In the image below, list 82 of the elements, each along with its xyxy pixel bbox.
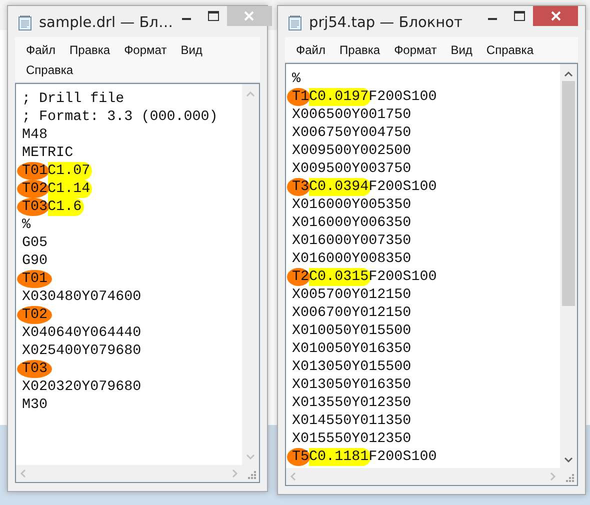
- minimize-icon: [488, 18, 497, 20]
- menu-item[interactable]: Формат: [387, 40, 444, 60]
- code-line: %: [22, 217, 31, 233]
- close-button[interactable]: [533, 6, 578, 26]
- highlighted-text: T5: [287, 448, 310, 466]
- window-title: prj54.tap — Блокнот: [309, 15, 464, 31]
- menu-item[interactable]: Вид: [444, 40, 480, 60]
- menu-item[interactable]: Справка: [479, 40, 540, 60]
- code-line: X040640Y064440: [22, 325, 142, 341]
- scroll-right-icon[interactable]: [550, 472, 556, 481]
- code-line: M30: [22, 397, 48, 413]
- highlighted-text: C1.07: [48, 162, 92, 180]
- highlighted-text: C1.6: [48, 198, 84, 216]
- highlighted-text: T02: [17, 306, 52, 324]
- code-line: METRIC: [22, 145, 74, 161]
- code-line: X016000Y008350: [292, 251, 412, 267]
- code-line: X005700Y012150: [292, 287, 412, 303]
- window-title: sample.drl — Бл…: [39, 15, 173, 31]
- code-line: G90: [22, 253, 48, 269]
- code-line: X006700Y012150: [292, 305, 412, 321]
- highlighted-text: C0.0197: [309, 88, 371, 106]
- menu-item[interactable]: Файл: [289, 40, 333, 60]
- highlighted-text: T01: [17, 162, 49, 180]
- menu-item[interactable]: Справка: [19, 60, 80, 80]
- horizontal-scrollbar[interactable]: [286, 468, 560, 485]
- menu-item[interactable]: Файл: [19, 40, 63, 60]
- code-line: ; Drill file: [22, 91, 124, 107]
- menu-item[interactable]: Правка: [332, 40, 388, 60]
- text-area[interactable]: ; Drill file ; Format: 3.3 (000.000) M48 METRIC T01C1.07 T02C1.14 T03C1.6 % G05 G90 T01 X030480Y074600 T02 X040640Y064440 X025400Y079680 T03 X020320Y079680 M30: [15, 83, 260, 483]
- highlighted-text: T1: [287, 88, 310, 106]
- code-line: X013550Y012350: [292, 395, 412, 411]
- code-line: X025400Y079680: [22, 343, 142, 359]
- code-line: %: [292, 71, 301, 87]
- close-icon: [244, 11, 254, 21]
- scroll-left-icon[interactable]: [290, 472, 296, 481]
- code-line: X016000Y005350: [292, 197, 412, 213]
- highlighted-text: C0.0315: [309, 268, 371, 286]
- code-line: X014550Y011350: [292, 413, 412, 429]
- code-line: ; Format: 3.3 (000.000): [22, 109, 218, 125]
- text-area[interactable]: [285, 63, 578, 486]
- menu-item[interactable]: Вид: [174, 40, 210, 60]
- scroll-left-icon[interactable]: [20, 469, 26, 478]
- code-line: X016000Y007350: [292, 233, 412, 249]
- scroll-right-icon[interactable]: [232, 469, 238, 478]
- code-line: X010050Y016350: [292, 341, 412, 357]
- code-line: X009500Y002500: [292, 143, 412, 159]
- menu-item[interactable]: Правка: [62, 40, 118, 60]
- maximize-icon: [208, 11, 219, 21]
- minimize-icon: [182, 18, 191, 20]
- scroll-down-icon[interactable]: [564, 457, 573, 463]
- highlighted-text: C0.1181: [309, 448, 371, 466]
- code-line: X013050Y015500: [292, 359, 412, 375]
- code-line: X009500Y003750: [292, 161, 412, 177]
- code-line: G05: [22, 235, 48, 251]
- resize-grip-icon[interactable]: [564, 472, 574, 482]
- highlighted-text: T02: [17, 180, 49, 198]
- maximize-icon: [514, 11, 525, 21]
- resize-grip-icon[interactable]: [246, 469, 256, 479]
- code-line: X016000Y006350: [292, 215, 412, 231]
- scrollbar-thumb[interactable]: [562, 81, 575, 306]
- notepad-icon: [17, 15, 33, 31]
- menu-item[interactable]: Формат: [117, 40, 174, 60]
- code-line: M48: [22, 127, 48, 143]
- highlighted-text: T3: [287, 178, 310, 196]
- highlighted-text: T03: [17, 198, 49, 216]
- scroll-up-icon[interactable]: [564, 71, 573, 77]
- code-line: X006750Y004750: [292, 125, 412, 141]
- notepad-icon: [287, 15, 303, 31]
- code-line: X020320Y079680: [22, 379, 142, 395]
- horizontal-scrollbar[interactable]: [16, 465, 242, 482]
- code-line: X015550Y012350: [292, 431, 412, 447]
- code-line: X006500Y001750: [292, 107, 412, 123]
- highlighted-text: T03: [17, 360, 52, 378]
- highlighted-text: C1.14: [48, 180, 92, 198]
- vertical-scrollbar[interactable]: [560, 64, 577, 468]
- highlighted-text: T01: [17, 270, 52, 288]
- highlighted-text: C0.0394: [309, 178, 371, 196]
- code-line: X013050Y016350: [292, 377, 412, 393]
- code-line: X010050Y015500: [292, 323, 412, 339]
- highlighted-text: T2: [287, 268, 310, 286]
- code-line: X030480Y074600: [22, 289, 142, 305]
- close-icon: [550, 11, 560, 21]
